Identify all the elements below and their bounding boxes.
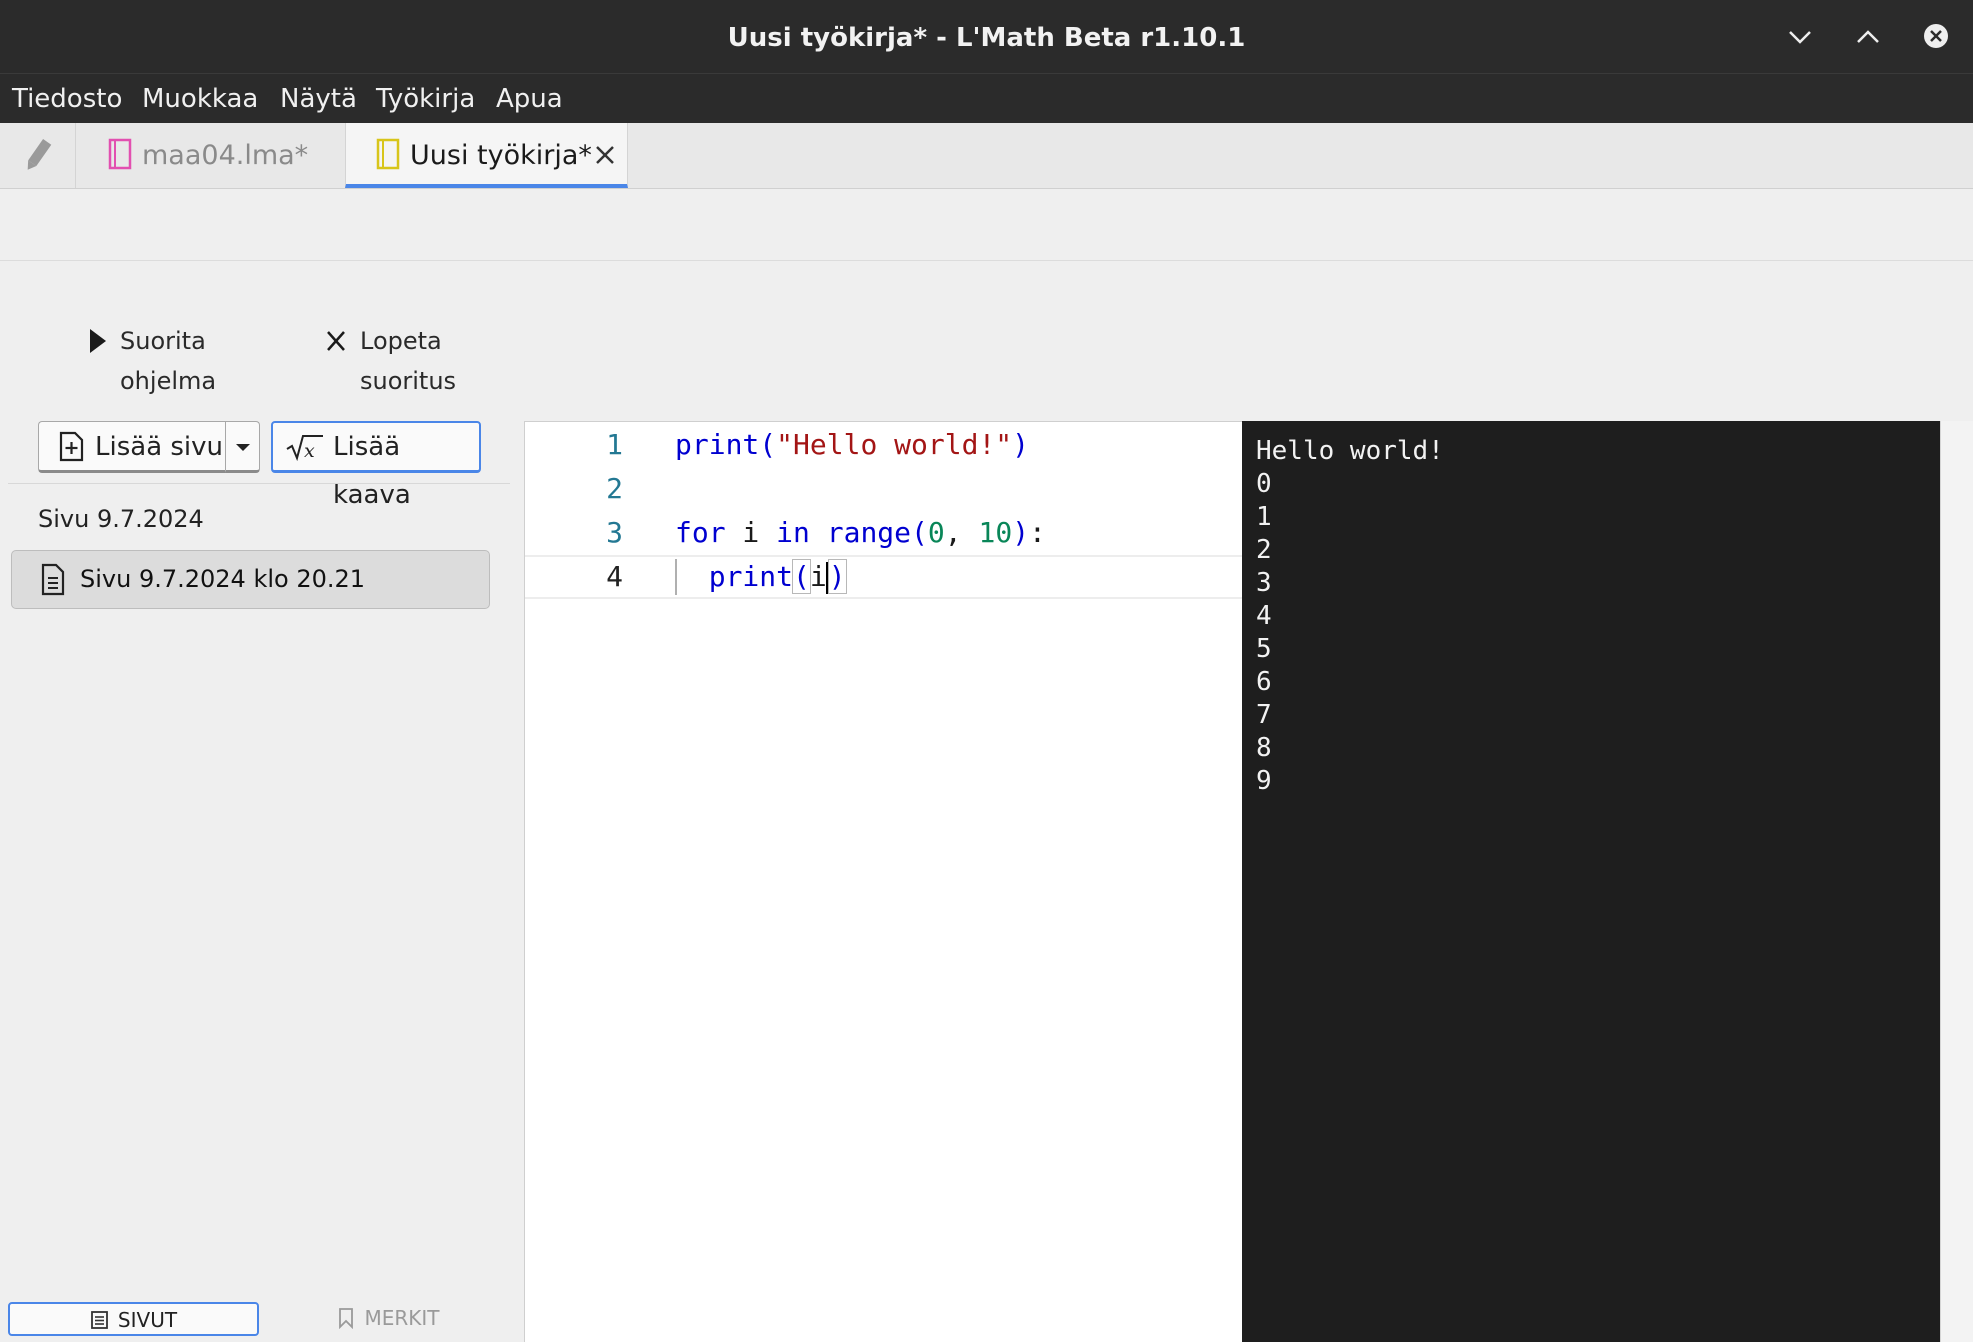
line-number: 3 bbox=[606, 516, 623, 549]
code-line: 3 for i in range(0, 10): bbox=[525, 511, 1243, 555]
window-title: Uusi työkirja* - L'Math Beta r1.10.1 bbox=[727, 23, 1246, 53]
pencil-icon bbox=[27, 139, 52, 170]
page-group-title: Sivu 9.7.2024 bbox=[38, 505, 204, 533]
document-icon bbox=[41, 563, 65, 596]
title-bar: Uusi työkirja* - L'Math Beta r1.10.1 bbox=[0, 0, 1973, 73]
tab-label: Uusi työkirja* bbox=[410, 140, 592, 171]
close-tab-icon[interactable] bbox=[592, 142, 618, 168]
line-number: 4 bbox=[606, 560, 623, 593]
page-list-item-label: Sivu 9.7.2024 klo 20.21 bbox=[80, 565, 366, 593]
stop-execution-label: Lopeta suoritus bbox=[360, 327, 457, 395]
code-editor[interactable]: 1 print("Hello world!") 2 3 for i in ran… bbox=[524, 421, 1243, 1342]
console-output: Hello world! 0 1 2 3 4 5 6 7 8 9 bbox=[1242, 421, 1940, 1342]
run-program-button[interactable]: Suorita ohjelma bbox=[86, 321, 292, 395]
close-window-button[interactable] bbox=[1916, 18, 1956, 58]
menu-edit[interactable]: Muokkaa bbox=[142, 74, 258, 124]
code-text: for i in range(0, 10): bbox=[675, 516, 1046, 549]
menu-file[interactable]: Tiedosto bbox=[12, 74, 122, 124]
edit-mode-button[interactable] bbox=[0, 123, 76, 188]
console-line: Hello world! bbox=[1256, 436, 1444, 466]
code-line: 1 print("Hello world!") bbox=[525, 423, 1243, 467]
sqrt-x-icon: x bbox=[286, 435, 323, 462]
line-number: 1 bbox=[606, 428, 623, 461]
tab-label: maa04.lma* bbox=[142, 140, 309, 171]
console-line: 3 bbox=[1256, 568, 1272, 598]
tab-bar: maa04.lma* Uusi työkirja* bbox=[0, 123, 1973, 189]
minimize-button[interactable] bbox=[1780, 18, 1820, 58]
console-line: 7 bbox=[1256, 700, 1272, 730]
chevron-down-icon bbox=[1789, 31, 1811, 44]
notebook-icon bbox=[108, 138, 132, 170]
bookmark-icon bbox=[339, 1308, 354, 1330]
add-formula-button[interactable]: x Lisää kaava bbox=[271, 421, 481, 510]
tab-pages[interactable]: SIVUT bbox=[8, 1302, 259, 1336]
code-line: 2 bbox=[525, 467, 1243, 511]
run-program-label: Suorita ohjelma bbox=[120, 327, 217, 395]
console-line: 8 bbox=[1256, 733, 1272, 763]
tab-pages-label: SIVUT bbox=[117, 1308, 178, 1332]
line-number: 2 bbox=[606, 472, 623, 505]
right-scroll-strip[interactable] bbox=[1940, 421, 1973, 1342]
menu-workbook[interactable]: Työkirja bbox=[376, 74, 475, 124]
code-text: print(i) bbox=[708, 559, 847, 594]
sidebar: Lisää sivu x Lisää kaava Sivu 9.7.2024 S… bbox=[0, 421, 522, 1342]
divider bbox=[8, 483, 510, 484]
console-line: 2 bbox=[1256, 535, 1272, 565]
tab-bookmarks[interactable]: MERKIT bbox=[268, 1302, 508, 1336]
add-page-button[interactable]: Lisää sivu bbox=[38, 421, 226, 473]
console-line: 4 bbox=[1256, 601, 1272, 631]
stop-x-icon bbox=[327, 331, 345, 351]
chevron-up-icon bbox=[1857, 30, 1879, 43]
menu-help[interactable]: Apua bbox=[496, 74, 563, 124]
tab-uusi-tyokirja[interactable]: Uusi työkirja* bbox=[345, 123, 628, 188]
add-page-dropdown-button[interactable] bbox=[225, 421, 260, 473]
console-line: 0 bbox=[1256, 469, 1272, 499]
caret-down-icon bbox=[236, 444, 250, 451]
add-formula-label: Lisää kaava bbox=[333, 432, 411, 510]
tab-maa04[interactable]: maa04.lma* bbox=[76, 123, 344, 188]
menu-bar: Tiedosto Muokkaa Näytä Työkirja Apua bbox=[0, 73, 1973, 123]
stop-execution-button[interactable]: Lopeta suoritus bbox=[322, 321, 532, 395]
add-page-icon bbox=[59, 431, 84, 462]
page-list-item[interactable]: Sivu 9.7.2024 klo 20.21 bbox=[11, 550, 490, 609]
console-line: 6 bbox=[1256, 667, 1272, 697]
code-text: print("Hello world!") bbox=[675, 428, 1030, 461]
tab-bookmarks-label: MERKIT bbox=[364, 1306, 440, 1330]
close-circle-icon bbox=[1924, 24, 1948, 48]
console-line: 9 bbox=[1256, 766, 1272, 796]
notebook-icon bbox=[376, 138, 400, 170]
play-icon bbox=[90, 329, 106, 353]
code-line-current: 4 print(i) bbox=[525, 555, 1243, 599]
console-line: 5 bbox=[1256, 634, 1272, 664]
ribbon bbox=[0, 189, 1973, 261]
add-page-label: Lisää sivu bbox=[95, 432, 224, 462]
maximize-button[interactable] bbox=[1848, 18, 1888, 58]
list-icon bbox=[91, 1311, 108, 1329]
svg-text:x: x bbox=[304, 440, 315, 462]
run-toolbar: Suorita ohjelma Lopeta suoritus bbox=[0, 261, 1973, 421]
console-line: 1 bbox=[1256, 502, 1272, 532]
menu-view[interactable]: Näytä bbox=[280, 74, 357, 124]
